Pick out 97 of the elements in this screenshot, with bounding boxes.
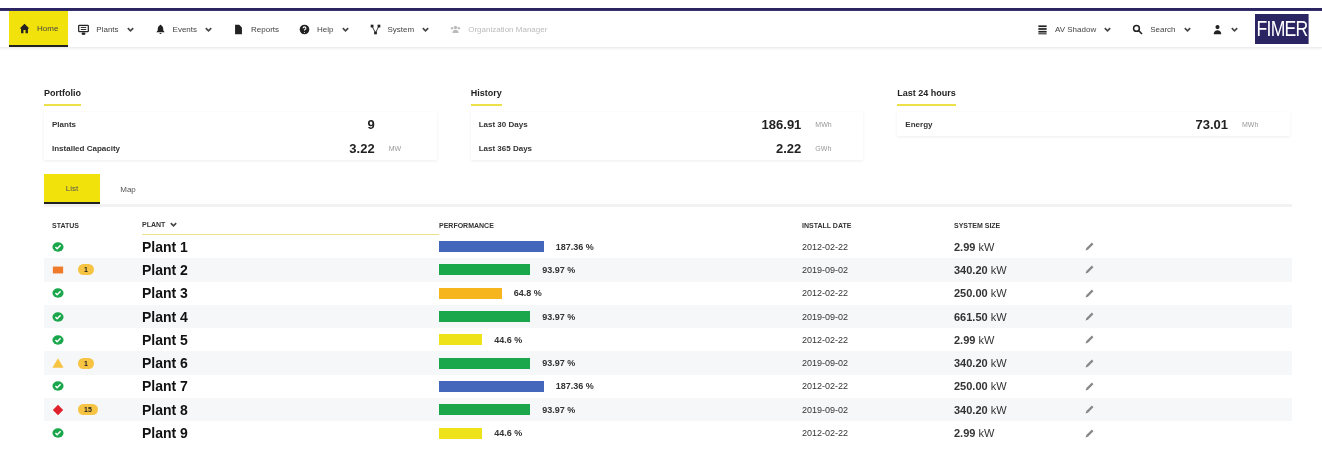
file-icon xyxy=(233,23,245,35)
stat-value: 3.22 xyxy=(349,140,375,156)
view-tab[interactable]: List xyxy=(44,174,100,204)
performance-value: 93.97 % xyxy=(542,264,576,275)
section-title: Portfolio xyxy=(44,88,81,106)
pencil-icon xyxy=(1084,334,1095,346)
pencil-icon xyxy=(1084,287,1095,299)
check-icon xyxy=(52,310,64,323)
user-icon xyxy=(1211,23,1223,35)
section-title: Last 24 hours xyxy=(897,88,956,106)
install-date: 2019-09-02 xyxy=(802,311,850,322)
diamond-icon xyxy=(52,403,64,416)
pencil-icon xyxy=(1084,380,1095,392)
install-date: 2012-02-22 xyxy=(802,428,850,438)
check-icon xyxy=(52,380,64,393)
stat-label: Last 30 Days xyxy=(478,119,529,129)
edit-button[interactable] xyxy=(1084,264,1095,276)
users-icon xyxy=(450,23,462,35)
plant-name: Plant 6 xyxy=(142,355,189,372)
edit-button[interactable] xyxy=(1084,427,1095,439)
stat-label: Last 365 Days xyxy=(478,143,534,153)
plant-name: Plant 9 xyxy=(142,425,189,441)
install-date: 2012-02-22 xyxy=(802,334,850,345)
edit-button[interactable] xyxy=(1084,287,1095,299)
stat-value: 9 xyxy=(367,116,375,132)
edit-button[interactable] xyxy=(1084,241,1095,253)
caret-icon xyxy=(169,220,179,229)
install-date: 2019-09-02 xyxy=(802,358,850,369)
plant-name: Plant 1 xyxy=(142,238,189,255)
warning-icon xyxy=(52,357,64,370)
performance-value: 93.97 % xyxy=(542,311,576,322)
install-date: 2012-02-22 xyxy=(802,241,850,252)
check-icon xyxy=(52,240,64,253)
nav-item[interactable]: Help xyxy=(289,11,360,47)
plant-name: Plant 5 xyxy=(142,331,189,348)
plant-name: Plant 7 xyxy=(142,378,189,395)
pencil-icon xyxy=(1084,241,1095,253)
pencil-icon xyxy=(1084,357,1095,369)
nav-item[interactable]: Events xyxy=(144,11,224,47)
account-menu[interactable]: AV Shadow xyxy=(1026,11,1123,47)
performance-value: 64.8 % xyxy=(513,288,542,299)
system-size: 661.50 kW xyxy=(954,310,1008,323)
plant-name: Plant 3 xyxy=(142,285,189,302)
performance-value: 187.36 % xyxy=(555,241,594,252)
nav-item[interactable]: Plants xyxy=(68,11,145,47)
install-date: 2012-02-22 xyxy=(802,381,850,392)
check-icon xyxy=(52,333,64,346)
install-date: 2012-02-22 xyxy=(802,288,850,299)
logo: FIMER xyxy=(1254,14,1309,44)
system-size: 340.20 kW xyxy=(954,263,1008,276)
edit-button[interactable] xyxy=(1084,334,1095,346)
bell-icon xyxy=(154,23,166,35)
view-tab[interactable]: Map xyxy=(100,174,156,204)
help-icon xyxy=(299,23,311,35)
performance-value: 93.97 % xyxy=(542,404,576,415)
home-icon xyxy=(19,22,30,34)
install-date: 2019-09-02 xyxy=(802,404,850,415)
system-size: 250.00 kW xyxy=(954,380,1008,393)
stat-label: Installed Capacity xyxy=(52,143,122,153)
system-size: 340.20 kW xyxy=(954,357,1008,370)
search-menu[interactable]: Search xyxy=(1122,11,1202,47)
list-icon xyxy=(1036,23,1048,35)
system-size: 250.00 kW xyxy=(954,287,1008,300)
stat-value: 186.91 xyxy=(761,116,802,132)
check-icon xyxy=(52,287,64,300)
pencil-icon xyxy=(1084,427,1095,439)
stat-value: 73.01 xyxy=(1195,116,1228,132)
search-icon xyxy=(1132,23,1144,35)
plant-name: Plant 8 xyxy=(142,401,189,418)
plant-name: Plant 4 xyxy=(142,308,189,325)
stat-label: Plants xyxy=(52,119,77,129)
stat-value: 2.22 xyxy=(776,140,802,156)
performance-value: 44.6 % xyxy=(494,334,523,345)
monitor-icon xyxy=(78,23,90,35)
network-icon xyxy=(369,23,381,35)
performance-value: 44.6 % xyxy=(494,428,523,438)
pencil-icon xyxy=(1084,264,1095,276)
system-size: 2.99 kW xyxy=(954,427,996,439)
nav-item[interactable]: Reports xyxy=(223,11,290,47)
check-icon xyxy=(52,427,64,439)
nav-item[interactable]: System xyxy=(359,11,441,47)
nav-item[interactable]: Home xyxy=(9,11,69,47)
edit-button[interactable] xyxy=(1084,357,1095,369)
system-size: 340.20 kW xyxy=(954,403,1008,416)
edit-button[interactable] xyxy=(1084,311,1095,323)
plant-name: Plant 2 xyxy=(142,261,189,278)
edit-button[interactable] xyxy=(1084,380,1095,392)
install-date: 2019-09-02 xyxy=(802,264,850,275)
system-size: 2.99 kW xyxy=(954,333,996,346)
pencil-icon xyxy=(1084,404,1095,416)
stat-label: Energy xyxy=(905,119,934,129)
edit-button[interactable] xyxy=(1084,404,1095,416)
system-size: 2.99 kW xyxy=(954,240,996,253)
performance-value: 93.97 % xyxy=(542,358,576,369)
pencil-icon xyxy=(1084,311,1095,323)
section-title: History xyxy=(470,88,502,106)
performance-value: 187.36 % xyxy=(555,381,594,392)
